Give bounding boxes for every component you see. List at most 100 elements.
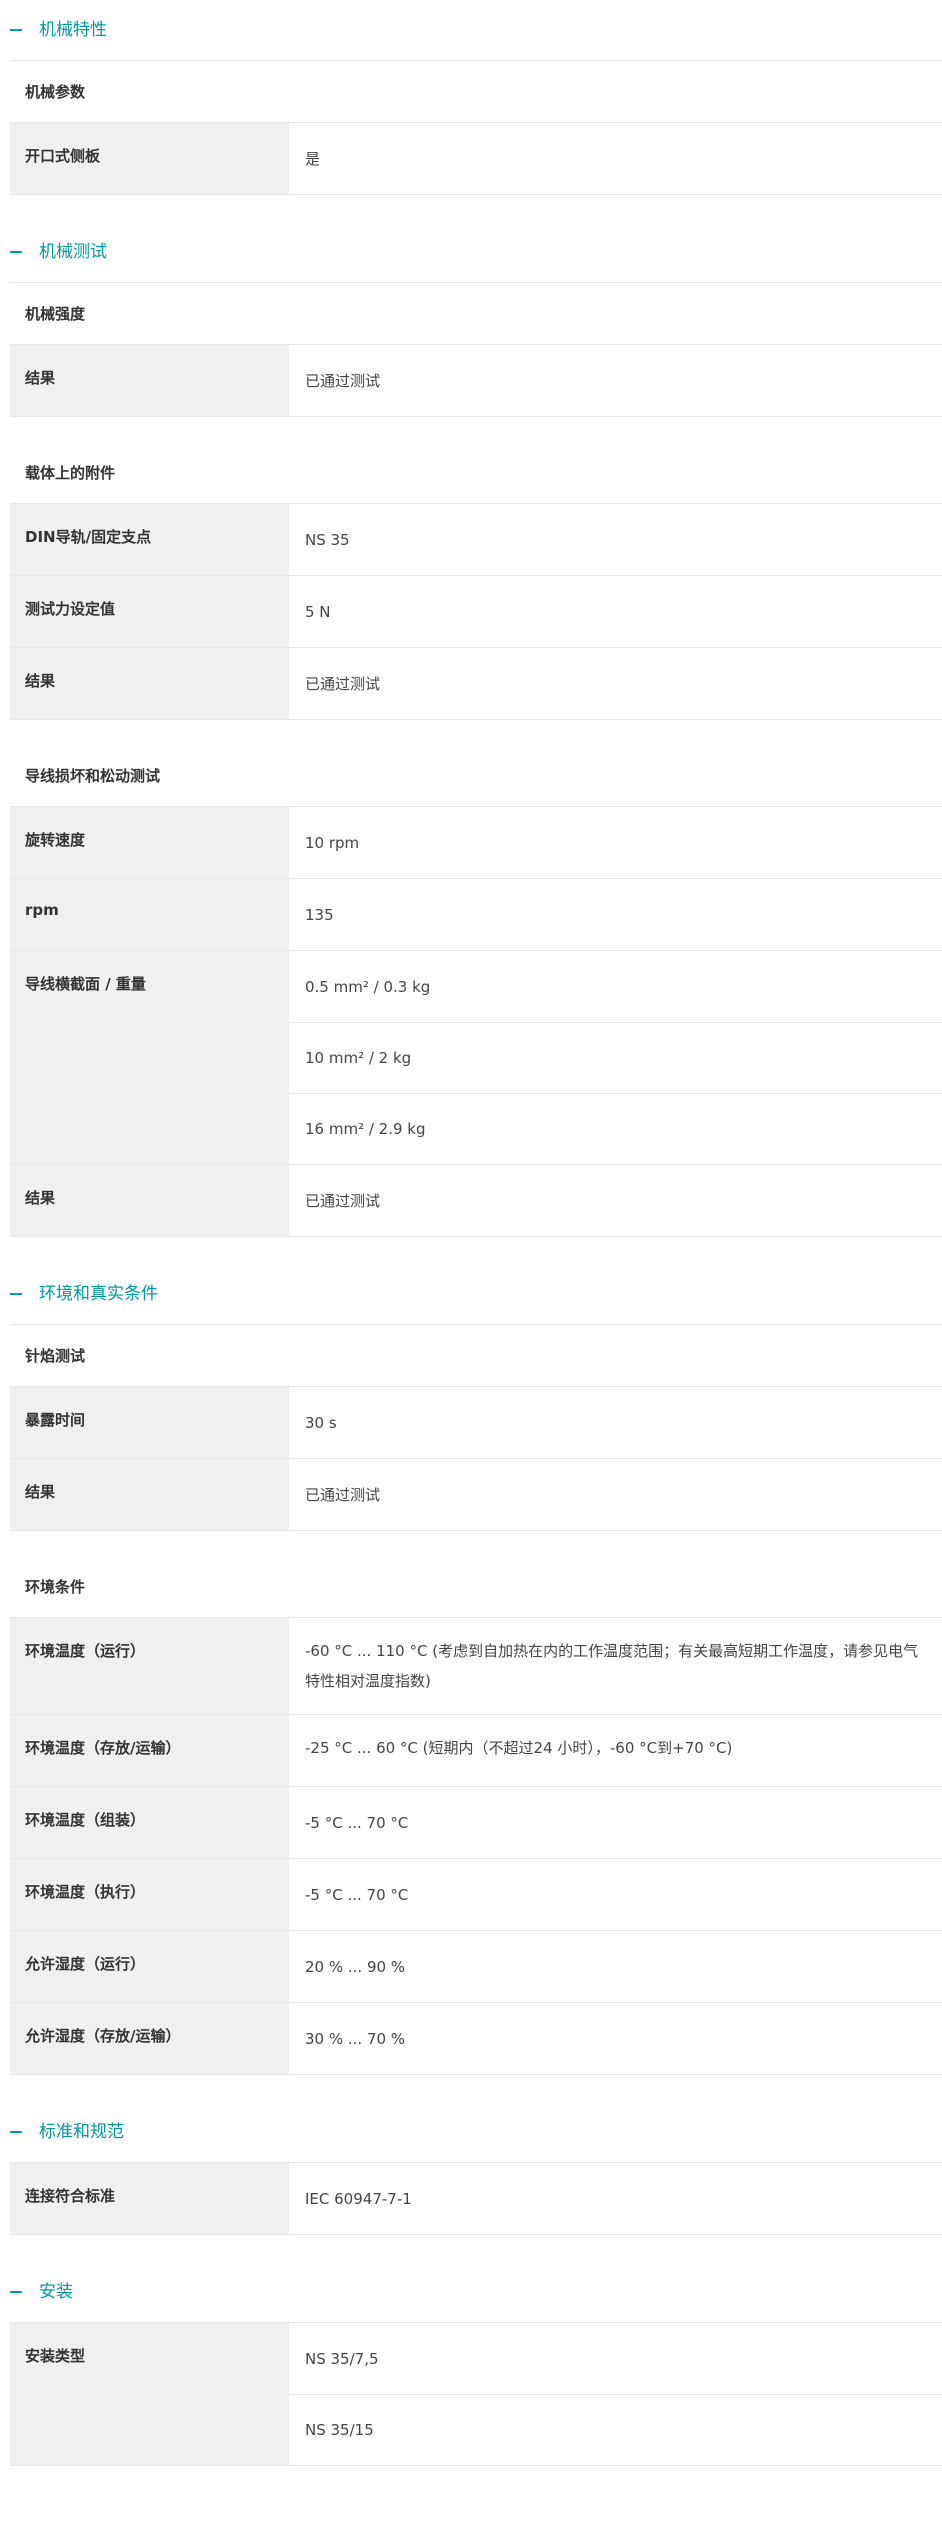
spec-value-column: -5 °C ... 70 °C [289,1787,942,1858]
spec-value-column: 135 [289,879,942,950]
spec-value: -5 °C ... 70 °C [305,1885,409,1904]
spec-row: 环境温度（运行） -60 °C ... 110 °C (考虑到自加热在内的工作温度… [10,1618,942,1715]
group-title: 载体上的附件 [10,442,942,504]
spec-value: -5 °C ... 70 °C [305,1813,409,1832]
spec-value: 0.5 mm² / 0.3 kg [305,977,431,996]
spec-value: -25 °C ... 60 °C (短期内（不超过24 小时），-60 °C到+… [305,1739,733,1757]
spec-label: 旋转速度 [10,807,289,878]
section-title: 安装 [39,2281,73,2302]
section-header-toggle[interactable]: 标准和规范 [10,2102,942,2163]
group-title: 机械强度 [10,283,942,345]
spec-value: 已通过测试 [305,674,381,693]
spec-label: 允许湿度（存放/运输） [10,2003,289,2074]
spec-value-column: IEC 60947-7-1 [289,2163,942,2234]
spec-row: 安装类型 NS 35/7,5 NS 35/15 [10,2323,942,2466]
minus-icon [10,2291,22,2293]
spec-value-column: 已通过测试 [289,345,942,416]
spec-value: IEC 60947-7-1 [305,2189,412,2208]
spec-row: 开口式侧板是 [10,123,942,195]
spec-row: 允许湿度（存放/运输） 30 % ... 70 % [10,2003,942,2075]
spec-section: 标准和规范连接符合标准 IEC 60947-7-1 [10,2102,942,2235]
group-title: 导线损坏和松动测试 [10,745,942,807]
section-title: 机械测试 [39,241,107,262]
spec-label: 允许湿度（运行） [10,1931,289,2002]
section-header-toggle[interactable]: 安装 [10,2262,942,2323]
spec-row: 导线横截面 / 重量 0.5 mm² / 0.3 kg 10 mm² / 2 kg 1… [10,951,942,1165]
spec-value: 10 rpm [305,833,360,852]
spec-value: 已通过测试 [305,1485,381,1504]
spec-value: 是 [305,149,321,168]
spec-value: 已通过测试 [305,1191,381,1210]
spec-label: rpm [10,879,289,950]
spec-label: 环境温度（存放/运输） [10,1715,289,1786]
section-header-toggle[interactable]: 环境和真实条件 [10,1264,942,1325]
spec-row: rpm 135 [10,879,942,951]
section-header-toggle[interactable]: 机械特性 [10,0,942,61]
spec-value-column: NS 35/7,5 NS 35/15 [289,2323,942,2465]
spec-value: 16 mm² / 2.9 kg [289,1093,942,1164]
spec-value: NS 35/15 [289,2394,942,2465]
spec-value-column: 5 N [289,576,942,647]
spec-value-column: 0.5 mm² / 0.3 kg 10 mm² / 2 kg 16 mm² / 2.… [289,951,942,1164]
section-title: 标准和规范 [39,2121,124,2142]
spec-value-column: 30 % ... 70 % [289,2003,942,2074]
group-title: 环境条件 [10,1556,942,1618]
spec-value-column: 30 s [289,1387,942,1458]
minus-icon [10,29,22,31]
spec-value-column: 已通过测试 [289,1165,942,1236]
section-header-toggle[interactable]: 机械测试 [10,222,942,283]
spec-value: 30 s [305,1413,337,1432]
spec-value: 30 % ... 70 % [305,2029,406,2048]
minus-icon [10,2131,22,2133]
spec-row: 结果 已通过测试 [10,1459,942,1531]
spec-section: 安装 安装类型 NS 35/7,5 NS 35/15 [10,2262,942,2466]
spec-row: DIN导轨/固定支点 NS 35 [10,504,942,576]
spec-value-column: 20 % ... 90 % [289,1931,942,2002]
section-title: 环境和真实条件 [39,1283,158,1304]
spec-value-column: NS 35 [289,504,942,575]
spec-row: 测试力设定值 5 N [10,576,942,648]
section-title: 机械特性 [39,19,107,40]
spec-label: 结果 [10,1459,289,1530]
spec-value: NS 35 [305,530,350,549]
spec-value-column: -60 °C ... 110 °C (考虑到自加热在内的工作温度范围；有关最高短… [289,1618,942,1714]
minus-icon [10,1293,22,1295]
spec-value: 10 mm² / 2 kg [289,1022,942,1093]
spec-row: 连接符合标准 IEC 60947-7-1 [10,2163,942,2235]
minus-icon [10,251,22,253]
spec-value-column: 10 rpm [289,807,942,878]
spec-value: NS 35/7,5 [305,2349,379,2368]
spec-label: 连接符合标准 [10,2163,289,2234]
spec-label: 环境温度（执行） [10,1859,289,1930]
spec-value: 已通过测试 [305,371,381,390]
spec-row: 环境温度（组装） -5 °C ... 70 °C [10,1787,942,1859]
spec-label: 环境温度（运行） [10,1618,289,1714]
spec-value-column: 已通过测试 [289,1459,942,1530]
spec-row: 允许湿度（运行） 20 % ... 90 % [10,1931,942,2003]
spec-row: 结果 已通过测试 [10,345,942,417]
spec-label: 环境温度（组装） [10,1787,289,1858]
spec-row: 暴露时间 30 s [10,1387,942,1459]
spec-row: 环境温度（存放/运输） -25 °C ... 60 °C (短期内（不超过24 小… [10,1715,942,1787]
spec-value: 135 [305,905,334,924]
spec-label: 结果 [10,1165,289,1236]
spec-label: 结果 [10,345,289,416]
spec-section: 环境和真实条件针焰测试 暴露时间 30 s 结果 已通过测试环境条件 环境温度（运行） -6… [10,1264,942,2075]
spec-value-column: -25 °C ... 60 °C (短期内（不超过24 小时），-60 °C到+… [289,1715,942,1786]
spec-row: 旋转速度 10 rpm [10,807,942,879]
spec-value-column: 已通过测试 [289,648,942,719]
group-title: 机械参数 [10,61,942,123]
spec-value: -60 °C ... 110 °C (考虑到自加热在内的工作温度范围；有关最高短… [305,1642,919,1690]
spec-page: 机械特性 机械参数 开口式侧板是机械测试 机械强度 结果 已通过测试 载体上的附件 DIN导轨… [0,0,942,2493]
spec-label: 暴露时间 [10,1387,289,1458]
spec-row: 结果 已通过测试 [10,1165,942,1237]
spec-label: DIN导轨/固定支点 [10,504,289,575]
group-title: 针焰测试 [10,1325,942,1387]
spec-label: 测试力设定值 [10,576,289,647]
